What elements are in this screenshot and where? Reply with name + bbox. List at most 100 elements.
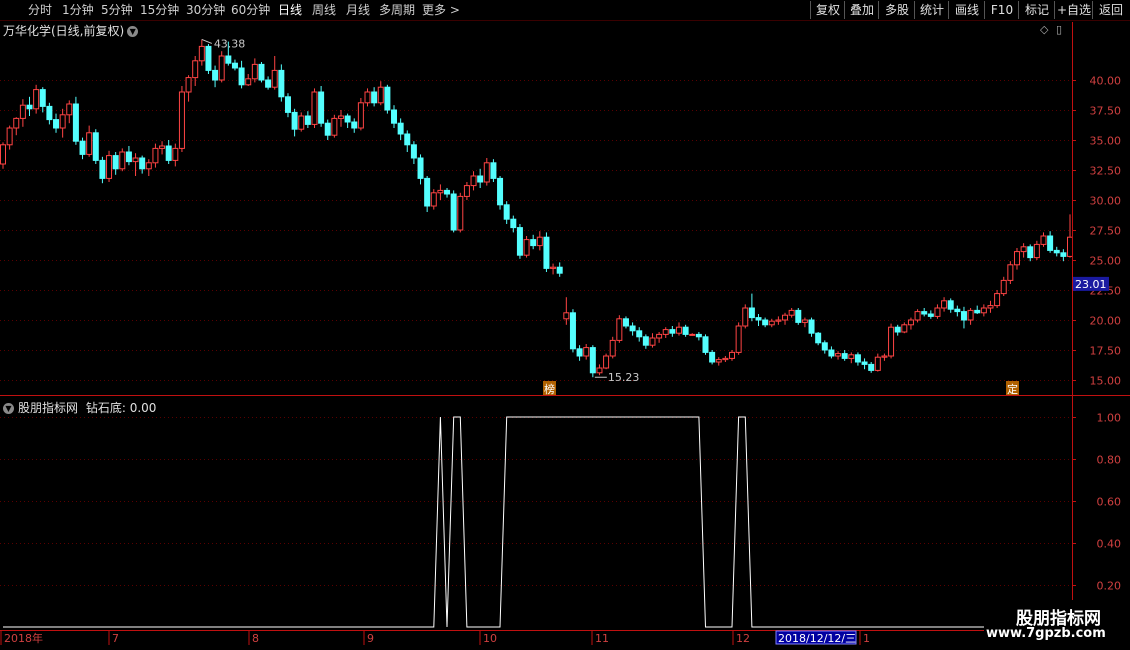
candle-body [490, 162, 497, 179]
period-tab-1min[interactable]: 1分钟 [62, 2, 94, 18]
candle [841, 350, 848, 361]
candle-body [1020, 246, 1027, 253]
chevron-down-icon[interactable]: ▼ [127, 26, 139, 37]
f10-button[interactable]: F10 [984, 1, 1019, 19]
candle-body [854, 354, 861, 363]
candle-body [92, 132, 99, 161]
candle-body [145, 162, 152, 170]
candle [125, 146, 132, 166]
add-favorite-button[interactable]: +自选 [1054, 1, 1093, 19]
candle-body [311, 91, 318, 125]
candle [675, 322, 682, 336]
candle [1020, 243, 1027, 258]
candle-body [907, 319, 914, 326]
candle [271, 56, 278, 90]
restore-rights-button[interactable]: 复权 [810, 1, 845, 19]
candle [1053, 246, 1060, 257]
time-tick-label: 7 [112, 632, 119, 645]
price-tick-label: 15.00 [1090, 375, 1122, 388]
chart-stage[interactable]: 40.0037.5035.0032.5030.0027.5025.0022.50… [0, 0, 1130, 650]
candle [921, 308, 928, 317]
period-tab-15min[interactable]: 15分钟 [140, 2, 179, 18]
candle [331, 114, 338, 138]
candle-body [782, 314, 789, 321]
panel-toggle-icon[interactable]: ▯ [1056, 23, 1062, 36]
candle-body [516, 227, 523, 256]
candle-body [72, 103, 79, 142]
period-tab-30min[interactable]: 30分钟 [186, 2, 225, 18]
indicator-value: 0.00 [129, 401, 157, 415]
period-tab-daily[interactable]: 日线 [278, 2, 302, 18]
draw-line-button[interactable]: 画线 [948, 1, 985, 19]
statistics-button[interactable]: 统计 [914, 1, 949, 19]
mark-button[interactable]: 标记 [1018, 1, 1055, 19]
candle-body [960, 311, 967, 321]
candle [530, 234, 537, 250]
period-tab-monthly[interactable]: 月线 [346, 2, 370, 18]
candle-body [596, 367, 603, 374]
candle [304, 111, 311, 128]
candle-body [735, 325, 742, 353]
candle [609, 336, 616, 359]
period-tab-weekly[interactable]: 周线 [312, 2, 336, 18]
candle [894, 324, 901, 336]
period-tab-5min[interactable]: 5分钟 [101, 2, 133, 18]
candle-body [715, 359, 722, 363]
candle [835, 351, 842, 360]
candle-body [709, 351, 716, 363]
candle-body [569, 312, 576, 350]
candle-body [689, 333, 696, 336]
candle-body [344, 115, 351, 123]
candle-body [795, 309, 802, 323]
diamond-icon[interactable]: ◇ [1040, 23, 1048, 36]
candle [86, 125, 93, 157]
candle-body [1060, 252, 1067, 257]
candle-body [238, 67, 245, 86]
candle-body [1000, 279, 1007, 295]
candle [722, 356, 729, 362]
candle [483, 158, 490, 186]
period-tab-60min[interactable]: 60分钟 [231, 2, 270, 18]
chevron-down-icon[interactable]: ▼ [3, 403, 14, 414]
candle [198, 39, 205, 66]
candle [642, 334, 649, 349]
back-button[interactable]: 返回 [1092, 1, 1129, 19]
candle-body [556, 266, 563, 274]
price-tick-label: 27.50 [1090, 225, 1122, 238]
candle-body [384, 86, 391, 111]
candle [636, 327, 643, 342]
candle-body [722, 357, 729, 361]
candle [861, 358, 868, 370]
candle [46, 102, 53, 125]
candle-body [994, 293, 1001, 307]
candle-body [530, 239, 537, 247]
candlestick-series [0, 39, 1073, 378]
candle [145, 159, 152, 176]
candle [881, 353, 888, 361]
candle-body [755, 317, 762, 321]
candle-body [1067, 236, 1073, 257]
candle-body [39, 89, 46, 107]
candle [444, 188, 451, 198]
candle-body [119, 151, 126, 170]
candle [980, 304, 987, 317]
candle [815, 332, 822, 346]
candle [79, 137, 86, 160]
candle-body [231, 62, 238, 69]
candle-body [497, 177, 504, 206]
candle [629, 322, 636, 336]
candle-body [742, 307, 749, 327]
candle-body [33, 89, 40, 110]
candle-body [901, 324, 908, 333]
candle-body [198, 45, 205, 62]
candle-body [132, 157, 139, 163]
period-tab-multi[interactable]: 多周期 [379, 2, 415, 18]
period-tab-more[interactable]: 更多 > [422, 2, 460, 18]
candle [371, 87, 378, 107]
candle [265, 76, 272, 90]
multi-stock-button[interactable]: 多股 [878, 1, 915, 19]
candle [26, 96, 33, 116]
overlay-button[interactable]: 叠加 [844, 1, 879, 19]
candle [53, 113, 60, 133]
period-tab-intraday[interactable]: 分时 [28, 2, 52, 18]
